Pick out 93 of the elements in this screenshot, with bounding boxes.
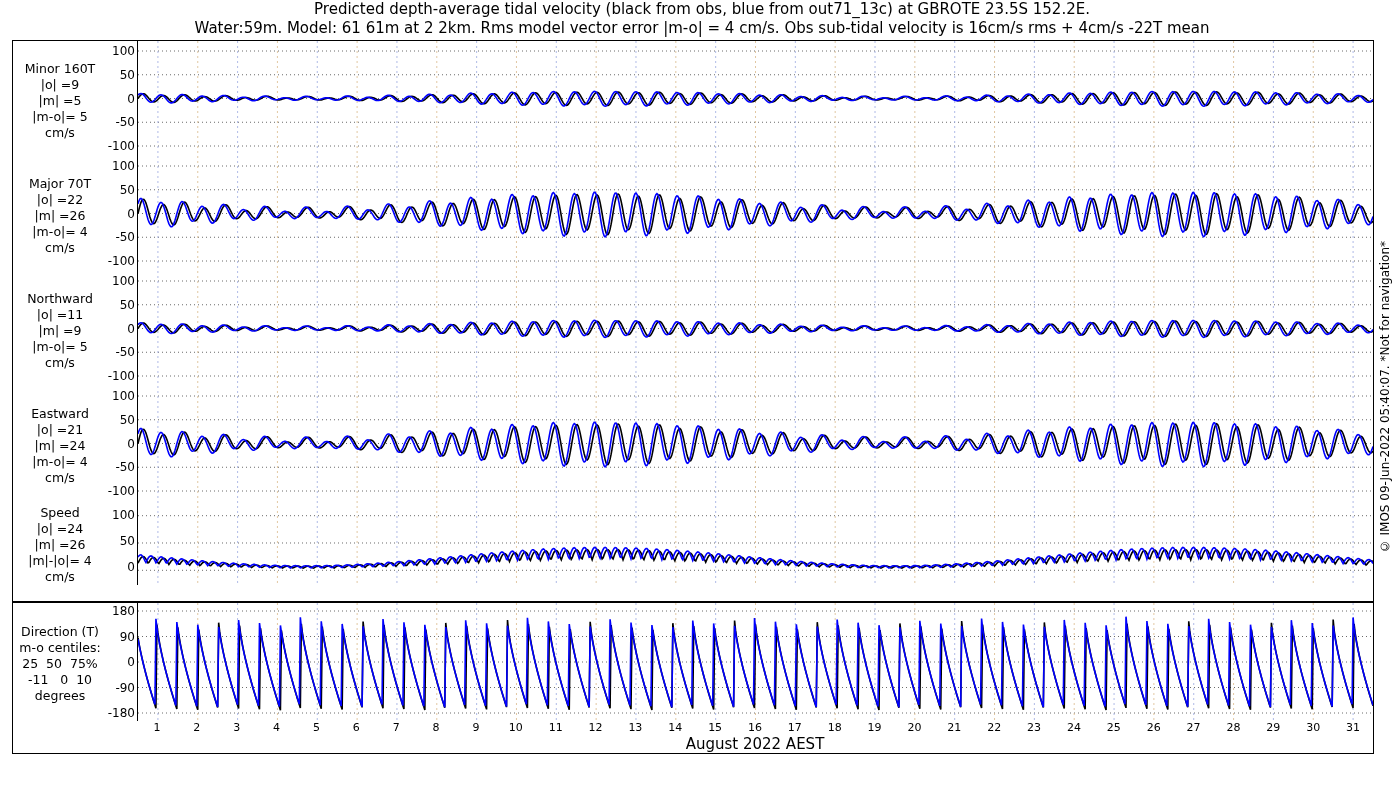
day-label: 29 [1265, 721, 1282, 735]
axis-tick-label: -100 [107, 254, 135, 268]
axis-tick-label: -100 [107, 484, 135, 498]
day-label: 8 [431, 721, 441, 735]
panel-label: cm/s [45, 469, 75, 486]
day-label: 5 [311, 721, 321, 735]
day-label: 18 [826, 721, 843, 735]
day-label: 4 [272, 721, 282, 735]
day-label: 1 [152, 721, 162, 735]
day-label: 17 [786, 721, 803, 735]
day-label: 7 [391, 721, 401, 735]
panel-label: cm/s [45, 239, 75, 256]
axis-tick-label: 50 [119, 297, 135, 312]
panel-label: |m-o|= 5 [32, 338, 88, 355]
day-label: 3 [232, 721, 242, 735]
axis-tick-label: -50 [115, 115, 135, 130]
panel-label: -11 0 10 [27, 672, 93, 688]
day-label: 24 [1065, 721, 1082, 735]
day-label: 10 [507, 721, 524, 735]
panel-label: |o| =9 [40, 76, 80, 93]
day-label: 2 [192, 721, 202, 735]
axis-tick-label: 180 [112, 604, 135, 618]
axis-tick-label: 90 [119, 629, 135, 644]
panel-label: Eastward [31, 405, 89, 422]
axis-tick-label: 100 [112, 508, 135, 522]
axis-tick-label: -100 [107, 369, 135, 383]
panel-label: |m| =9 [38, 322, 82, 339]
axis-tick-label: 50 [119, 182, 135, 197]
axis-tick-label: 0 [127, 91, 135, 106]
axis-tick-label: -50 [115, 345, 135, 360]
axis-tick-label: -50 [115, 460, 135, 475]
panel-label: cm/s [45, 124, 75, 141]
panel-label: |o| =21 [36, 421, 84, 438]
panel-label: Speed [40, 505, 80, 521]
day-label: 28 [1225, 721, 1242, 735]
axis-tick-label: 100 [112, 389, 135, 403]
axis-tick-label: 0 [127, 206, 135, 221]
day-label: 21 [946, 721, 963, 735]
panel-label: Minor 160T [24, 60, 96, 77]
panel-label: |m-o|= 5 [32, 108, 88, 125]
panel-label: |o| =24 [36, 521, 84, 537]
axis-tick-label: 0 [127, 560, 135, 574]
axis-title: August 2022 AEST [684, 735, 826, 753]
day-label: 14 [667, 721, 684, 735]
chart-title: Water:59m. Model: 61 61m at 2 2km. Rms model vector error |m-o| = 4 cm/s. Obs sub-tidal velocity is 16cm/s rms + 4cm/s -22T mean [193, 19, 1211, 38]
panel-label: |m| =5 [38, 92, 82, 109]
day-label: 22 [986, 721, 1003, 735]
axis-tick-label: 50 [119, 67, 135, 82]
panel-label: Direction (T) [21, 624, 99, 640]
day-label: 20 [906, 721, 923, 735]
panel-label: |o| =22 [36, 191, 84, 208]
panel-label: |m-o|= 4 [32, 223, 88, 240]
axis-tick-label: 0 [127, 321, 135, 336]
axis-tick-label: 100 [112, 274, 135, 288]
axis-tick-label: -100 [107, 139, 135, 153]
day-label: 11 [547, 721, 564, 735]
axis-tick-label: 100 [112, 159, 135, 173]
axis-tick-label: 50 [119, 412, 135, 427]
axis-tick-label: -90 [115, 680, 135, 695]
panel-label: cm/s [45, 569, 75, 585]
axis-tick-label: -50 [115, 230, 135, 245]
panel-label: |m| =26 [34, 207, 86, 224]
panel-label: |m-o|= 4 [32, 453, 88, 470]
panel-label: degrees [34, 688, 86, 704]
day-label: 6 [351, 721, 361, 735]
panel-label: cm/s [45, 354, 75, 371]
day-label: 23 [1026, 721, 1043, 735]
chart-title: Predicted depth-average tidal velocity (black from obs, blue from out71_13c) at GBROTE 23.5S 152.2E. [313, 0, 1091, 19]
day-label: 30 [1305, 721, 1322, 735]
day-label: 25 [1105, 721, 1122, 735]
day-label: 19 [866, 721, 883, 735]
day-label: 12 [587, 721, 604, 735]
panel-label: |m| =24 [34, 437, 86, 454]
panel-label: Northward [27, 290, 93, 307]
day-label: 9 [471, 721, 481, 735]
day-label: 26 [1145, 721, 1162, 735]
axis-tick-label: -180 [107, 706, 135, 720]
day-label: 27 [1185, 721, 1202, 735]
day-label: 16 [747, 721, 763, 735]
panel-label: Major 70T [28, 175, 92, 192]
axis-tick-label: 50 [119, 534, 135, 548]
panel-label: |o| =11 [36, 306, 84, 323]
day-label: 15 [707, 721, 724, 735]
credit-note: © IMOS 09-Jun-2022 05:40:07. *Not for navigation* [1378, 240, 1392, 554]
day-label: 31 [1345, 721, 1362, 735]
day-label: 13 [627, 721, 644, 735]
panel-label: |m| =26 [34, 537, 86, 553]
panel-label: |m|-|o|= 4 [28, 553, 92, 569]
panel-label: m-o centiles: [19, 640, 101, 656]
panel-label: 25 50 75% [22, 656, 98, 672]
axis-tick-label: 100 [112, 44, 135, 58]
axis-tick-label: 0 [127, 655, 135, 669]
axis-tick-label: 0 [127, 436, 135, 451]
